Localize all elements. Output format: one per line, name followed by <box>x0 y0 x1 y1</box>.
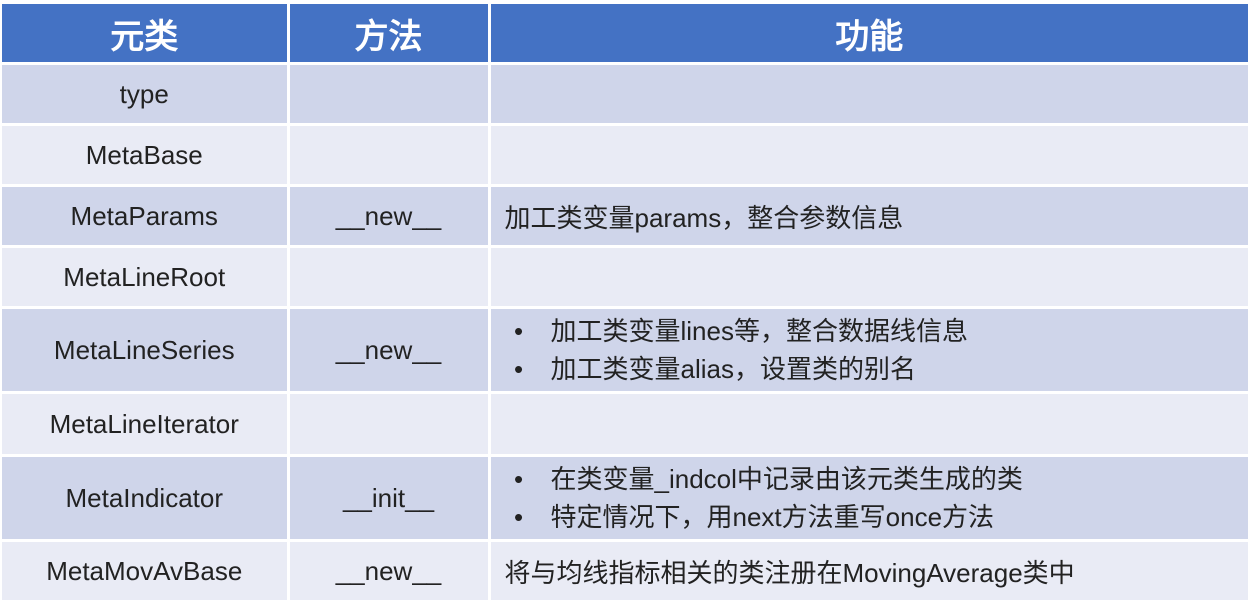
bullet-icon: • <box>513 502 524 532</box>
table-header-row: 元类 方法 功能 <box>2 4 1248 65</box>
bullet-item: • 加工类变量alias，设置类的别名 <box>505 350 1249 388</box>
method-name: __new__ <box>288 540 491 603</box>
bullet-item: • 加工类变量lines等，整合数据线信息 <box>505 312 1249 350</box>
table-row: MetaIndicator __init__ • 在类变量_indcol中记录由该… <box>2 455 1249 542</box>
table-body: type MetaBase MetaParams __new__ 加工类变量pa… <box>2 63 1249 603</box>
method-name <box>288 246 491 309</box>
function-bullet-list: • 在类变量_indcol中记录由该元类生成的类 • 特定情况下，用next方法重写… <box>505 460 1249 536</box>
metaclass-name: type <box>2 63 290 126</box>
method-name <box>288 124 491 187</box>
table-row: MetaBase <box>2 124 1248 187</box>
method-name: __init__ <box>288 455 491 542</box>
bullet-icon: • <box>513 316 524 346</box>
metaclass-table: 元类 方法 功能 type MetaBase MetaParams __new_… <box>2 4 1248 603</box>
function-bullet-list: • 加工类变量lines等，整合数据线信息 • 加工类变量alias，设置类的别名 <box>505 312 1249 388</box>
bullet-text: 加工类变量lines等，整合数据线信息 <box>550 316 968 346</box>
function-description <box>489 246 1248 309</box>
metaclass-name: MetaLineSeries <box>2 307 290 394</box>
table-row: type <box>2 63 1248 126</box>
metaclass-name: MetaMovAvBase <box>2 540 290 603</box>
metaclass-name: MetaLineRoot <box>2 246 290 309</box>
function-description <box>489 63 1248 126</box>
bullet-item: • 在类变量_indcol中记录由该元类生成的类 <box>505 460 1249 498</box>
bullet-item: • 特定情况下，用next方法重写once方法 <box>505 498 1249 536</box>
function-description <box>489 124 1248 187</box>
function-description: • 在类变量_indcol中记录由该元类生成的类 • 特定情况下，用next方法重写… <box>489 455 1249 542</box>
method-name: __new__ <box>288 307 491 394</box>
function-description: 加工类变量params，整合参数信息 <box>489 185 1248 248</box>
bullet-text: 加工类变量alias，设置类的别名 <box>550 354 916 384</box>
function-description <box>489 392 1248 457</box>
metaclass-table-container: 元类 方法 功能 type MetaBase MetaParams __new_… <box>2 4 1248 603</box>
metaclass-name: MetaBase <box>2 124 290 187</box>
function-description: 将与均线指标相关的类注册在MovingAverage类中 <box>489 540 1248 603</box>
header-method: 方法 <box>288 4 491 65</box>
method-name <box>288 392 491 457</box>
bullet-icon: • <box>513 354 524 384</box>
metaclass-name: MetaIndicator <box>2 455 290 542</box>
table-row: MetaParams __new__ 加工类变量params，整合参数信息 <box>2 185 1248 248</box>
header-metaclass: 元类 <box>2 4 290 65</box>
bullet-text: 在类变量_indcol中记录由该元类生成的类 <box>550 464 1023 494</box>
table-row: MetaLineSeries __new__ • 加工类变量lines等，整合数据… <box>2 307 1249 394</box>
bullet-text: 特定情况下，用next方法重写once方法 <box>550 502 995 532</box>
method-name <box>288 63 491 126</box>
table-row: MetaLineRoot <box>2 246 1248 309</box>
metaclass-name: MetaParams <box>2 185 290 248</box>
table-row: MetaMovAvBase __new__ 将与均线指标相关的类注册在Movin… <box>2 540 1248 603</box>
bullet-icon: • <box>513 464 524 494</box>
metaclass-name: MetaLineIterator <box>2 392 290 457</box>
function-description: • 加工类变量lines等，整合数据线信息 • 加工类变量alias，设置类的别名 <box>489 307 1249 394</box>
table-row: MetaLineIterator <box>2 392 1248 457</box>
method-name: __new__ <box>288 185 491 248</box>
header-function: 功能 <box>489 4 1248 65</box>
